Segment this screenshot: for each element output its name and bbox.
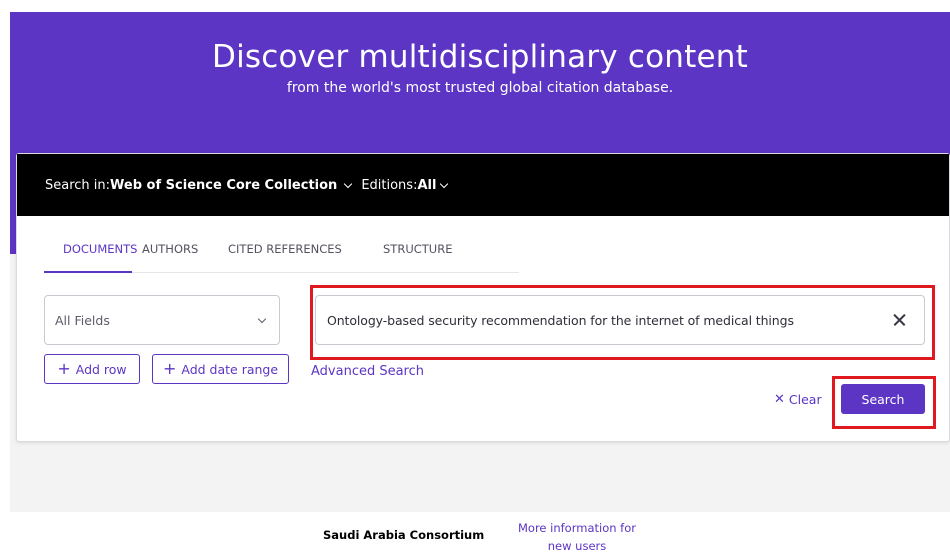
field-select[interactable]: All Fields bbox=[44, 295, 280, 345]
plus-icon: + bbox=[57, 359, 71, 378]
tab-cited-references[interactable]: CITED REFERENCES bbox=[228, 242, 383, 273]
search-in-label: Search in: bbox=[45, 178, 111, 193]
search-input[interactable]: Ontology-based security recommendation f… bbox=[315, 295, 925, 345]
clear-label: Clear bbox=[788, 392, 822, 407]
advanced-search-link[interactable]: Advanced Search bbox=[311, 364, 424, 379]
tab-documents[interactable]: DOCUMENTS bbox=[44, 242, 137, 273]
hero-title: Discover multidisciplinary content bbox=[212, 39, 748, 75]
footer-organization: Saudi Arabia Consortium bbox=[323, 528, 485, 542]
chevron-down-icon bbox=[440, 179, 449, 189]
page: Discover multidisciplinary content from … bbox=[0, 0, 950, 554]
add-row-label: Add row bbox=[75, 361, 127, 377]
clear-button[interactable]: ✕ Clear bbox=[774, 392, 822, 407]
chevron-down-icon bbox=[257, 314, 267, 324]
plus-icon: + bbox=[162, 359, 177, 378]
clear-x-icon: ✕ bbox=[774, 392, 785, 407]
hero-subtitle: from the world's most trusted global cit… bbox=[286, 80, 674, 96]
add-date-range-button[interactable]: + Add date range bbox=[152, 354, 289, 384]
search-button[interactable]: Search bbox=[841, 384, 925, 414]
add-row-button[interactable]: + Add row bbox=[44, 354, 140, 384]
search-scope-bar: Search in: Web of Science Core Collectio… bbox=[17, 154, 949, 216]
field-select-value: All Fields bbox=[55, 313, 110, 328]
collection-value: Web of Science Core Collection bbox=[110, 178, 338, 193]
chevron-down-icon bbox=[344, 179, 353, 189]
search-tabs: DOCUMENTS AUTHORS CITED REFERENCES STRUC… bbox=[44, 242, 519, 273]
editions-value: All bbox=[417, 178, 437, 193]
editions-label: Editions: bbox=[361, 178, 418, 193]
collection-dropdown[interactable]: Web of Science Core Collection bbox=[110, 178, 361, 193]
tab-structure[interactable]: STRUCTURE bbox=[383, 242, 483, 273]
editions-dropdown[interactable]: All bbox=[417, 178, 449, 193]
add-date-range-label: Add date range bbox=[181, 361, 279, 377]
tab-authors[interactable]: AUTHORS bbox=[132, 242, 228, 273]
close-icon[interactable] bbox=[890, 309, 912, 331]
search-card: Search in: Web of Science Core Collectio… bbox=[16, 153, 950, 442]
more-information-link[interactable]: More information for new users bbox=[507, 519, 647, 554]
search-input-value: Ontology-based security recommendation f… bbox=[327, 313, 794, 328]
